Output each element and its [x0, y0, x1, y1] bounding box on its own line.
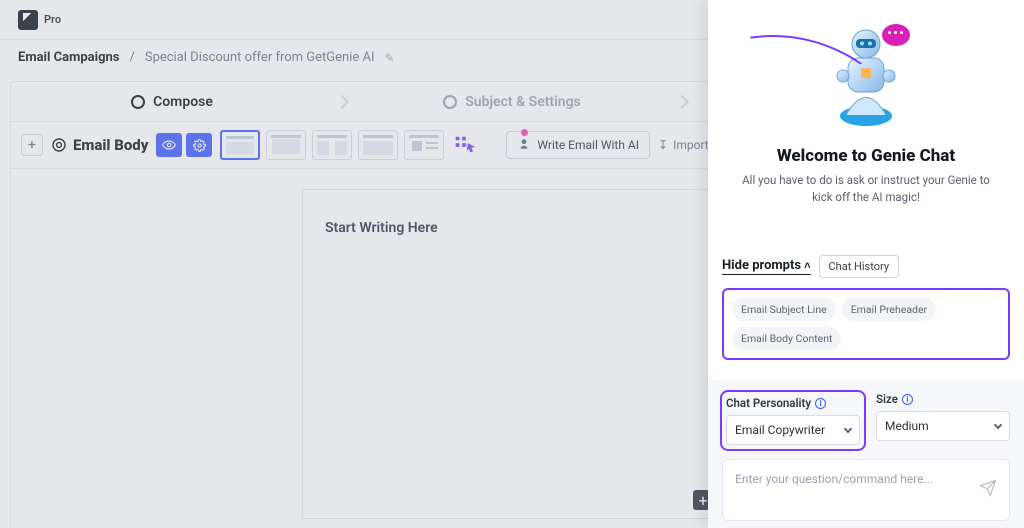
layout-template-5[interactable] [404, 130, 444, 160]
import-icon: ↧ [658, 138, 668, 152]
info-icon[interactable]: i [815, 398, 826, 409]
chat-personality-value: Email Copywriter [735, 423, 825, 437]
chip-email-subject-line[interactable]: Email Subject Line [732, 298, 836, 321]
size-field: Size i Medium [876, 392, 1010, 449]
chevron-right-icon [335, 94, 349, 108]
chat-personality-label: Chat Personality [726, 396, 811, 410]
step-compose[interactable]: Compose [11, 94, 333, 110]
step-bullet-icon [443, 95, 457, 109]
breadcrumb-root[interactable]: Email Campaigns [18, 50, 119, 65]
chevron-right-icon [675, 94, 689, 108]
editor-placeholder: Start Writing Here [325, 220, 699, 236]
brand-logo-icon [18, 10, 38, 30]
layout-template-3[interactable] [312, 130, 352, 160]
chat-history-button[interactable]: Chat History [819, 255, 900, 278]
breadcrumb-separator: / [129, 50, 134, 65]
layout-template-4[interactable] [358, 130, 398, 160]
chat-personality-select[interactable]: Email Copywriter [726, 415, 860, 445]
breadcrumb-title: Special Discount offer from GetGenie AI [145, 50, 375, 65]
panel-title: Welcome to Genie Chat [722, 146, 1010, 166]
settings-button[interactable] [186, 133, 212, 157]
drag-handle-icon[interactable] [452, 130, 476, 160]
info-icon[interactable]: i [902, 394, 913, 405]
brand-tier: Pro [44, 13, 61, 26]
add-section-button[interactable]: + [21, 134, 43, 156]
chevron-down-icon [994, 421, 1002, 429]
genie-chat-panel: Welcome to Genie Chat All you have to do… [708, 0, 1024, 528]
write-email-ai-button[interactable]: Write Email With AI [506, 131, 650, 159]
step-subject-label: Subject & Settings [465, 94, 581, 110]
email-body-text: Email Body [73, 136, 148, 154]
chevron-down-icon [844, 425, 852, 433]
email-body-block[interactable]: Start Writing Here + [302, 189, 722, 519]
size-select[interactable]: Medium [876, 411, 1010, 441]
preview-button[interactable] [156, 133, 182, 157]
brand: Pro [18, 10, 61, 30]
layout-template-1[interactable] [220, 130, 260, 160]
layout-template-2[interactable] [266, 130, 306, 160]
chat-input-placeholder: Enter your question/command here... [735, 472, 933, 486]
hide-prompts-toggle[interactable]: Hide prompts ˄ [722, 258, 811, 275]
step-compose-label: Compose [153, 94, 213, 110]
genie-icon [517, 137, 531, 154]
chip-email-preheader[interactable]: Email Preheader [842, 298, 936, 321]
email-body-label: Email Body [51, 136, 148, 154]
edit-title-icon[interactable]: ✎ [385, 51, 395, 65]
genie-mascot [816, 20, 916, 140]
layout-templates [220, 130, 444, 160]
prompt-chips: Email Subject Line Email Preheader Email… [722, 288, 1010, 360]
size-value: Medium [885, 419, 929, 433]
write-email-ai-label: Write Email With AI [537, 138, 639, 152]
panel-subtitle: All you have to do is ask or instruct yo… [722, 172, 1010, 205]
chat-input[interactable]: Enter your question/command here... [722, 459, 1010, 521]
chip-email-body-content[interactable]: Email Body Content [732, 327, 841, 350]
chevron-up-icon: ˄ [804, 259, 810, 272]
send-icon[interactable] [979, 479, 997, 501]
step-bullet-icon [131, 95, 145, 109]
speech-bubble-icon [882, 24, 910, 46]
notification-dot-icon [521, 129, 528, 136]
target-icon [51, 137, 67, 153]
hide-prompts-label: Hide prompts [722, 258, 801, 273]
size-label: Size [876, 392, 898, 406]
step-subject-settings[interactable]: Subject & Settings [351, 94, 673, 110]
chat-personality-field: Chat Personality i Email Copywriter [722, 392, 864, 449]
